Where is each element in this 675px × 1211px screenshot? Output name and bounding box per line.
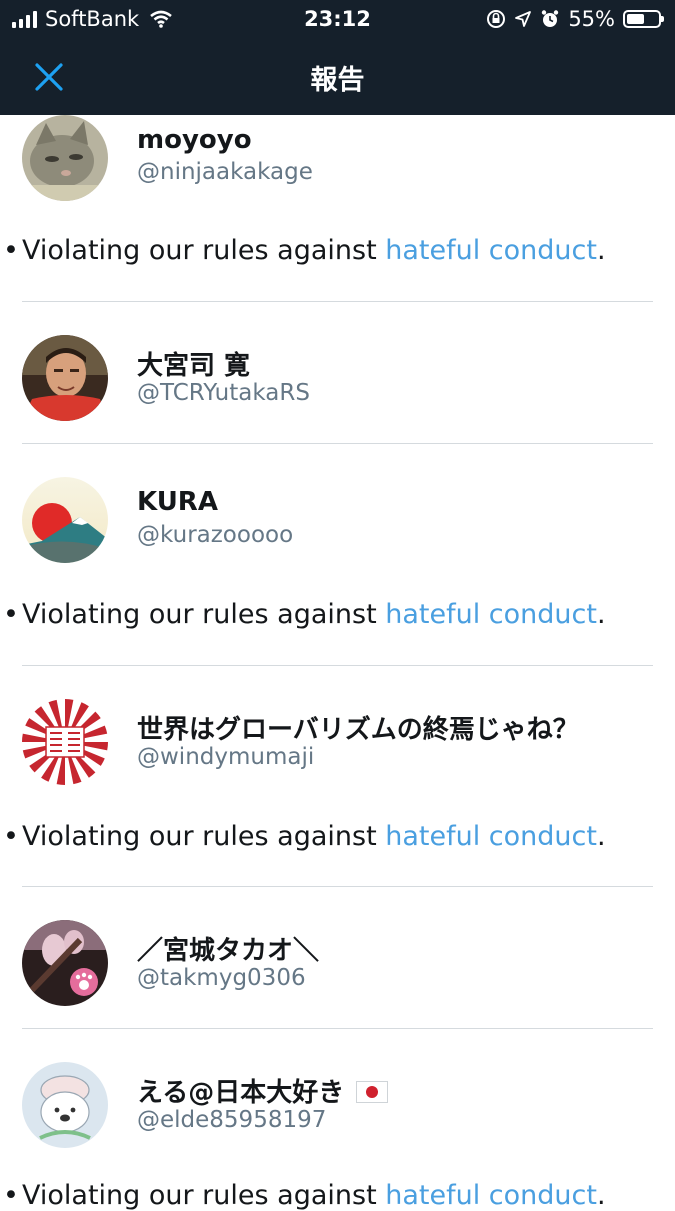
- divider: [22, 301, 653, 302]
- violation-reason: • Violating our rules against hateful con…: [0, 821, 606, 852]
- account-name-text: える@日本大好き: [137, 1078, 345, 1108]
- account-handle: @ninjaakakage: [137, 159, 313, 185]
- location-arrow-icon: [515, 11, 532, 27]
- violation-prefix: Violating our rules against: [22, 1180, 386, 1211]
- rotation-lock-icon: [487, 10, 506, 28]
- battery-percent: 55%: [568, 7, 615, 31]
- sun-mountain-avatar-image: [22, 477, 108, 563]
- violation-suffix: .: [596, 599, 606, 630]
- avatar[interactable]: [22, 920, 108, 1006]
- violation-prefix: Violating our rules against: [22, 821, 386, 852]
- hateful-conduct-link[interactable]: hateful conduct: [385, 599, 597, 630]
- bear-avatar-image: [22, 1062, 108, 1148]
- japan-flag-icon: [356, 1081, 389, 1103]
- bullet: •: [3, 599, 19, 630]
- nav-bar: 報告: [0, 38, 675, 115]
- cat-avatar-image: [22, 115, 108, 201]
- avatar[interactable]: [22, 115, 108, 201]
- divider: [22, 886, 653, 887]
- hateful-conduct-link[interactable]: hateful conduct: [385, 821, 597, 852]
- account-handle: @takmyg0306: [137, 965, 306, 991]
- status-right: 55%: [486, 7, 664, 31]
- violation-suffix: .: [596, 235, 606, 266]
- status-bar: SoftBank 23:12 55%: [0, 0, 675, 38]
- account-name: moyoyo: [137, 125, 252, 155]
- account-handle: @elde85958197: [137, 1107, 327, 1133]
- account-handle: @kurazooooo: [137, 522, 294, 548]
- violation-reason: • Violating our rules against hateful con…: [0, 235, 606, 266]
- violation-reason: • Violating our rules against hateful con…: [0, 599, 606, 630]
- person-avatar-image: [22, 335, 108, 421]
- divider: [22, 443, 653, 444]
- account-handle: @windymumaji: [137, 744, 315, 770]
- violation-suffix: .: [596, 1180, 606, 1211]
- battery-level-fill: [627, 14, 644, 24]
- page-title: 報告: [310, 65, 365, 96]
- violation-prefix: Violating our rules against: [22, 235, 386, 266]
- account-name: える@日本大好き: [137, 1072, 389, 1109]
- account-name: ／宮城タカオ＼: [137, 936, 320, 966]
- hateful-conduct-link[interactable]: hateful conduct: [385, 1180, 597, 1211]
- hateful-conduct-link[interactable]: hateful conduct: [385, 235, 597, 266]
- account-name: 世界はグローバリズムの終焉じゃね？: [137, 715, 579, 745]
- battery-icon: [623, 10, 664, 28]
- avatar[interactable]: [22, 477, 108, 563]
- avatar[interactable]: [22, 699, 108, 785]
- violation-suffix: .: [596, 821, 606, 852]
- divider: [22, 1028, 653, 1029]
- account-name: KURA: [137, 487, 218, 517]
- divider: [22, 665, 653, 666]
- rising-sun-avatar-image: [22, 699, 108, 785]
- bullet: •: [3, 821, 19, 852]
- violation-reason: • Violating our rules against hateful con…: [0, 1180, 606, 1211]
- alarm-icon: [542, 10, 559, 27]
- account-name: 大宮司 寛: [137, 351, 251, 381]
- paw-avatar-image: [22, 920, 108, 1006]
- avatar[interactable]: [22, 1062, 108, 1148]
- violation-prefix: Violating our rules against: [22, 599, 386, 630]
- bullet: •: [3, 235, 19, 266]
- avatar[interactable]: [22, 335, 108, 421]
- account-handle: @TCRYutakaRS: [137, 380, 310, 406]
- bullet: •: [3, 1180, 19, 1211]
